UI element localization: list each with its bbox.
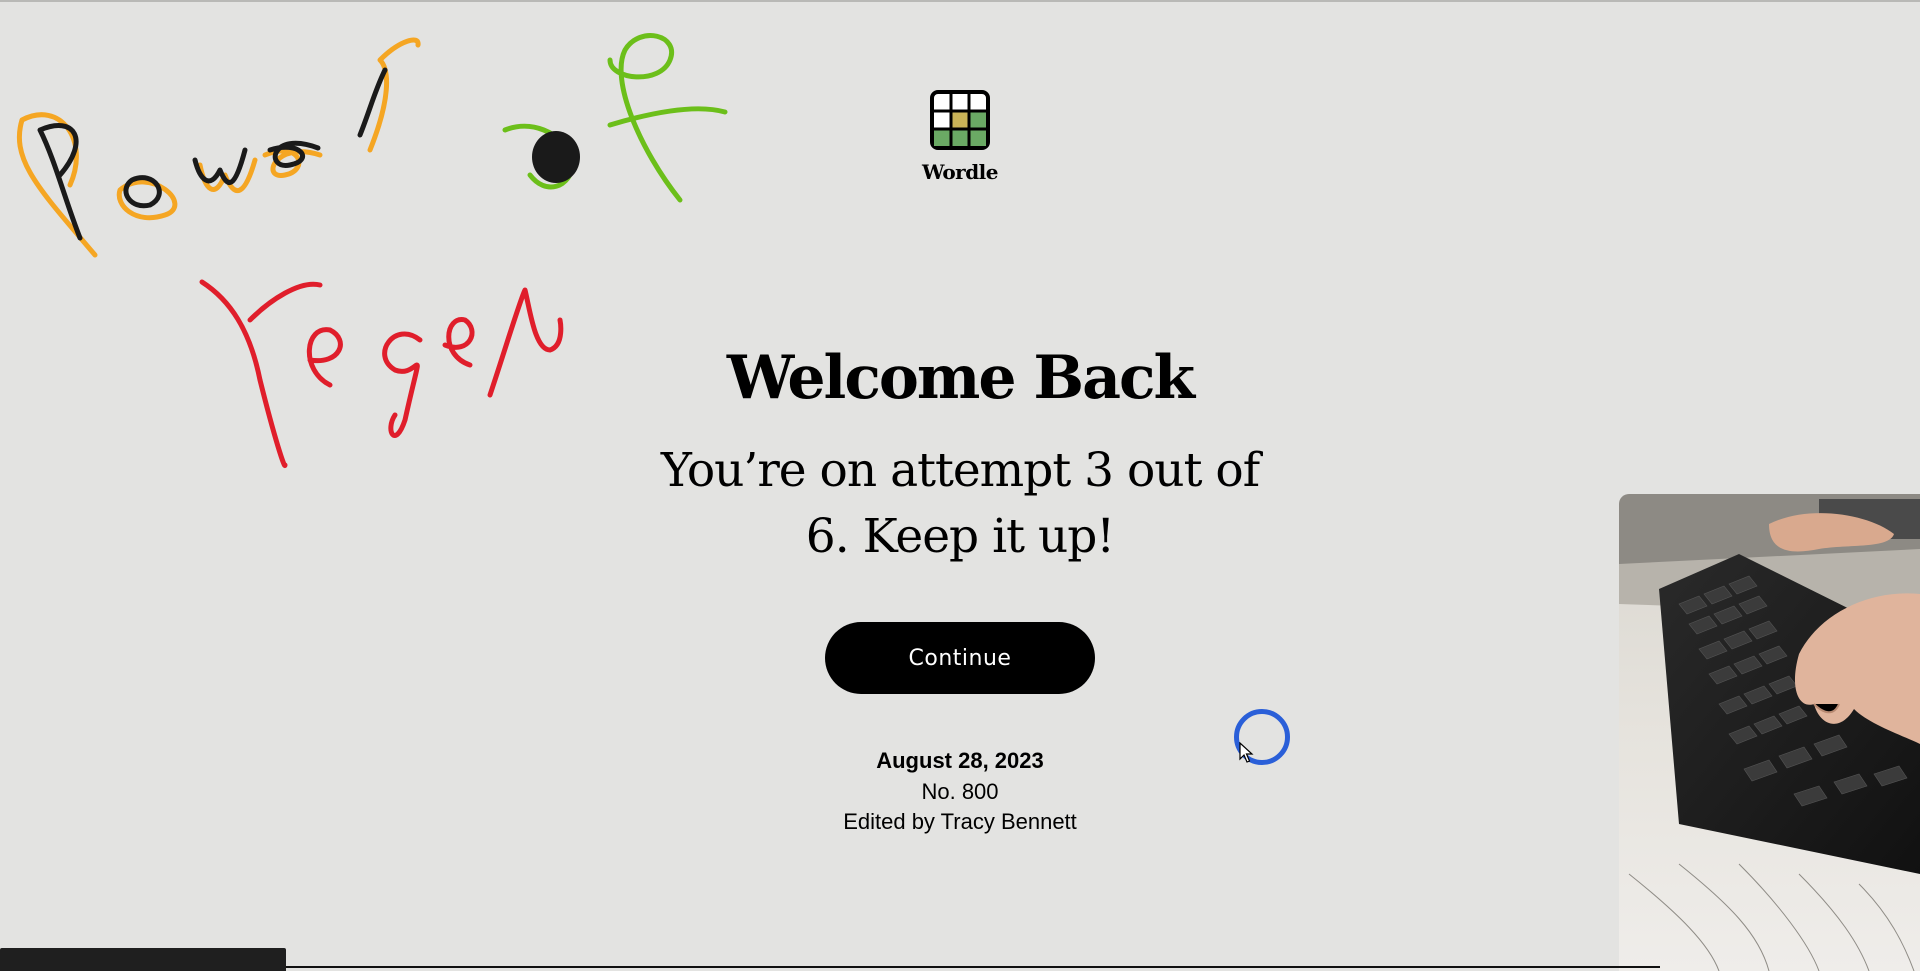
handwritten-annotation	[0, 0, 760, 500]
mouse-pointer-icon	[1239, 741, 1255, 764]
puzzle-editor: Edited by Tracy Bennett	[843, 809, 1077, 834]
webcam-overlay	[1619, 494, 1920, 971]
wordle-grid-icon	[930, 90, 990, 150]
puzzle-number: No. 800	[921, 779, 999, 804]
welcome-title: Welcome Back	[726, 343, 1195, 413]
puzzle-date: August 28, 2023	[876, 748, 1044, 773]
app-name: Wordle	[921, 160, 999, 184]
taskbar-fragment	[0, 948, 286, 971]
continue-button[interactable]: Continue	[825, 622, 1095, 694]
attempt-message: You’re on attempt 3 out of 6. Keep it up…	[660, 443, 1260, 564]
